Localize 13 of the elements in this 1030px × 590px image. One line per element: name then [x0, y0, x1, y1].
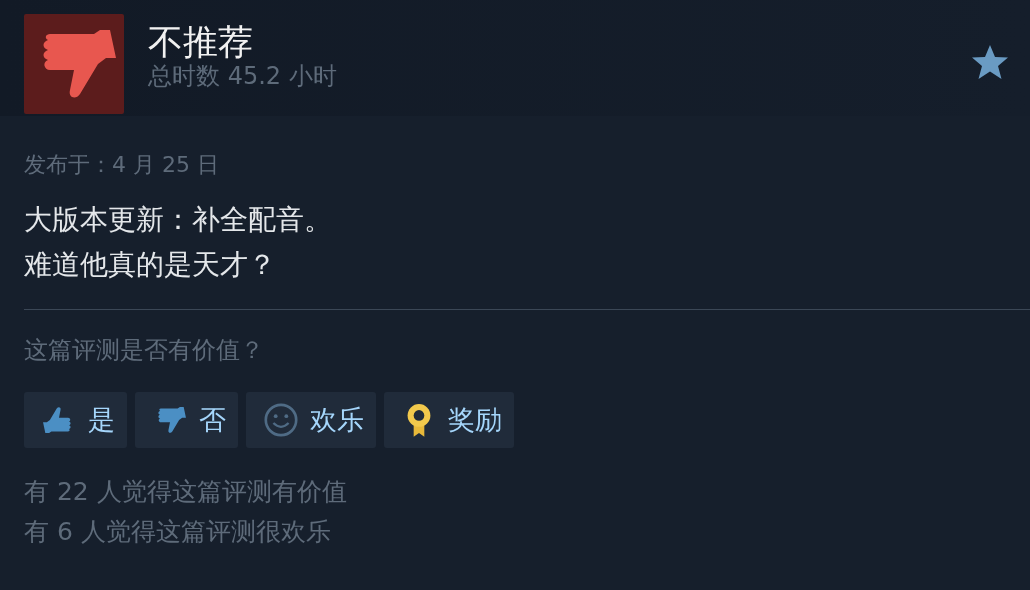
rating-button[interactable]: 欢乐 — [246, 392, 376, 448]
smiley-icon — [262, 401, 300, 439]
rating-button[interactable]: 奖励 — [384, 392, 514, 448]
helpful-count-text: 有 6 人觉得这篇评测很欢乐 — [24, 516, 331, 548]
review-verdict: 不推荐 — [148, 22, 254, 63]
posted-date: 发布于：4 月 25 日 — [24, 151, 220, 179]
playtime-text: 总时数 45.2 小时 — [148, 62, 338, 92]
review-text-line: 大版本更新：补全配音。 — [24, 202, 332, 238]
rating-button[interactable]: 是 — [24, 392, 127, 448]
rating-button[interactable]: 否 — [135, 392, 238, 448]
review-text-line: 难道他真的是天才？ — [24, 247, 276, 283]
helpful-count-text: 有 22 人觉得这篇评测有价值 — [24, 476, 347, 508]
helpful-prompt: 这篇评测是否有价值？ — [24, 335, 265, 366]
